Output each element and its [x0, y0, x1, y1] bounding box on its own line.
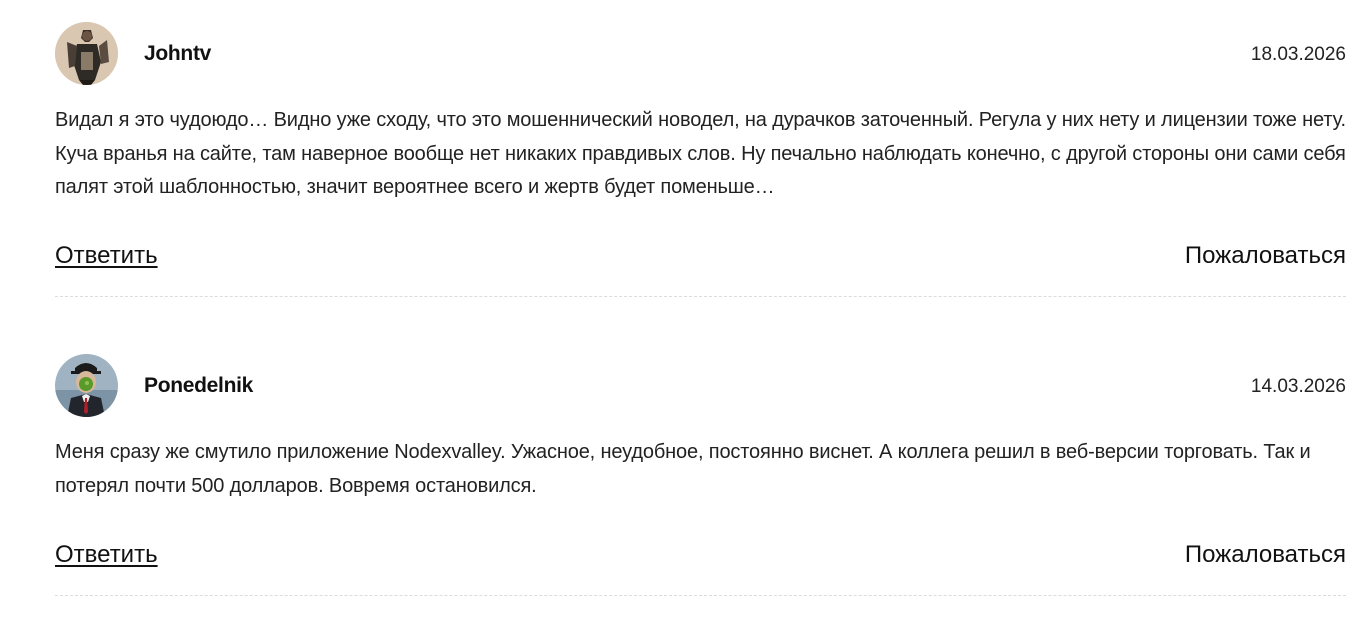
comment-author: Ponedelnik — [144, 374, 254, 397]
comment-item: Ponedelnik 14.03.2026 Меня сразу же смут… — [55, 354, 1346, 597]
son-of-man-avatar-icon — [55, 354, 118, 417]
comment-actions: Ответить Пожаловаться — [55, 541, 1346, 573]
divider — [55, 296, 1346, 297]
comment-item: Johntv 18.03.2026 Видал я это чудоюдо… В… — [55, 22, 1346, 298]
comments-list: Johntv 18.03.2026 Видал я это чудоюдо… В… — [0, 0, 1365, 618]
person-photo-avatar-icon — [55, 22, 118, 85]
comment-date: 14.03.2026 — [1250, 376, 1346, 397]
comment-text: Видал я это чудоюдо… Видно уже сходу, чт… — [55, 109, 1346, 198]
report-link[interactable]: Пожаловаться — [1185, 242, 1346, 270]
comment-header: Johntv 18.03.2026 — [55, 22, 1346, 85]
comment-header: Ponedelnik 14.03.2026 — [55, 354, 1346, 417]
comment-author: Johntv — [144, 42, 212, 65]
avatar — [55, 354, 118, 417]
comment-actions: Ответить Пожаловаться — [55, 242, 1346, 274]
comment-text: Меня сразу же смутило приложение Nodexva… — [55, 441, 1311, 497]
report-link[interactable]: Пожаловаться — [1185, 541, 1346, 569]
comment-date: 18.03.2026 — [1250, 44, 1346, 65]
reply-link[interactable]: Ответить — [55, 242, 158, 270]
reply-link[interactable]: Ответить — [55, 541, 158, 569]
divider — [55, 595, 1346, 596]
avatar — [55, 22, 118, 85]
